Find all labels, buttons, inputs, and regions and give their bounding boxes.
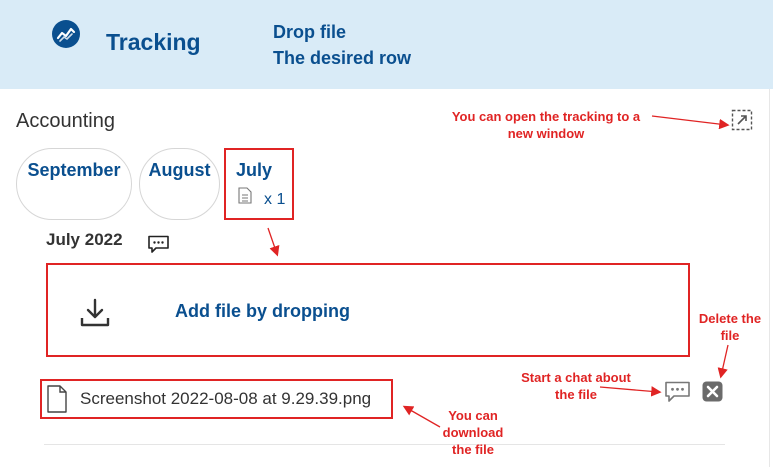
file-count: x 1 (264, 191, 286, 208)
annotation-line: file (720, 328, 740, 343)
chat-icon[interactable] (147, 235, 170, 254)
annotation-line: download (442, 425, 504, 440)
period-title: July 2022 (46, 230, 123, 249)
header-line-1: Drop file (273, 22, 347, 42)
annotation-chat: Start a chat about the file (508, 369, 644, 403)
dropzone-label: Add file by dropping (175, 301, 350, 321)
annotation-line: the file (555, 387, 597, 402)
delete-icon[interactable] (702, 381, 723, 402)
annotation-delete: Delete the file (690, 310, 770, 344)
annotation-download: You can download the file (428, 407, 518, 458)
month-label: July (236, 160, 273, 180)
header-line-2: The desired row (273, 48, 412, 68)
app-title: Tracking (106, 29, 201, 55)
annotation-line: You can open the tracking to a (451, 109, 641, 124)
month-tab-august[interactable]: August (139, 148, 220, 220)
annotation-line: Start a chat about (521, 370, 631, 385)
section-title: Accounting (16, 110, 115, 132)
divider (44, 444, 725, 445)
month-label: September (27, 160, 121, 180)
annotation-line: the file (452, 442, 494, 457)
trending-icon (52, 20, 80, 48)
month-label: August (148, 160, 211, 180)
open-window-icon[interactable] (731, 109, 753, 131)
file-dropzone[interactable] (46, 263, 690, 357)
chat-icon[interactable] (664, 381, 691, 403)
annotation-line: Delete the (698, 311, 762, 326)
annotation-line: You can (448, 408, 498, 423)
file-download-link[interactable]: Screenshot 2022-08-08 at 9.29.39.png (80, 389, 371, 409)
download-icon (80, 298, 110, 327)
month-tab-july[interactable]: July x 1 (224, 148, 294, 220)
document-icon (47, 385, 67, 413)
annotation-line: new window (507, 126, 585, 141)
month-tab-september[interactable]: September (16, 148, 132, 220)
annotation-open-window: You can open the tracking to a new windo… (432, 108, 660, 142)
document-icon (238, 187, 252, 204)
